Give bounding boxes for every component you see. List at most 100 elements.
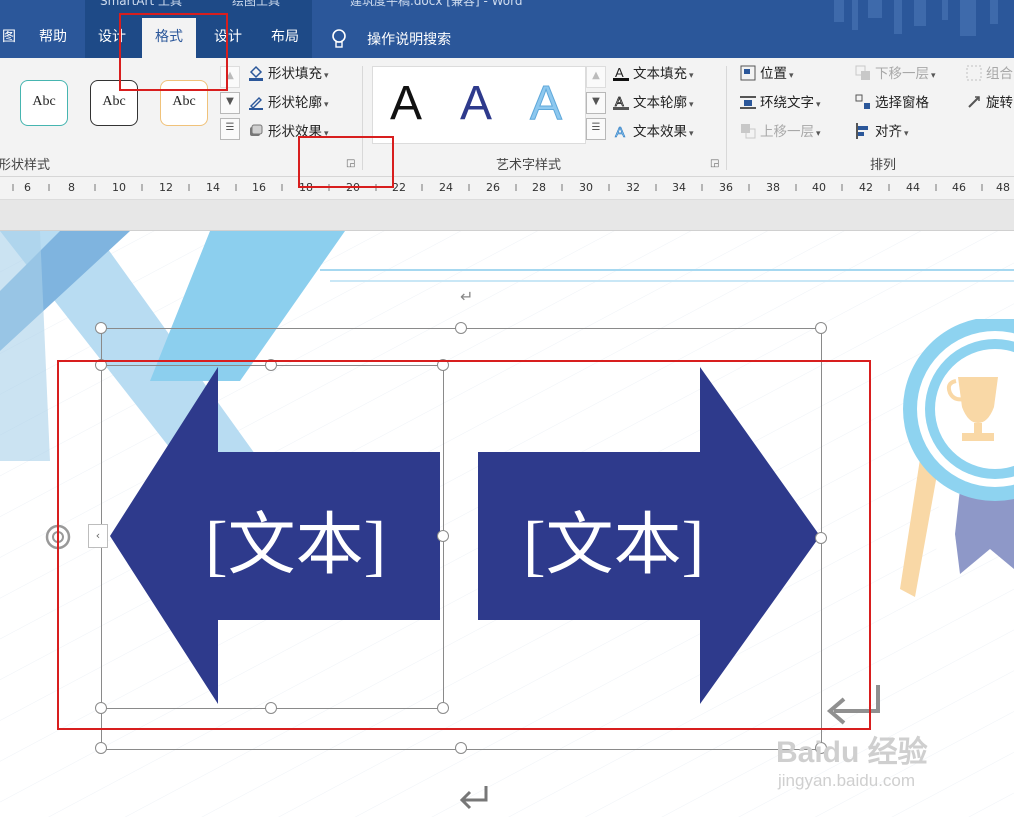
wordart-style-navy[interactable]: A <box>446 76 506 132</box>
position-icon <box>740 65 756 81</box>
ruler-number: 16 <box>252 181 266 194</box>
resize-handle[interactable] <box>455 742 467 754</box>
tell-me-label: 操作说明搜索 <box>367 32 452 48</box>
tab-view[interactable]: 图 <box>0 18 18 58</box>
resize-handle[interactable] <box>815 322 827 334</box>
text-outline-button[interactable]: A 文本轮廓 ▾ <box>613 93 694 113</box>
ruler-number: 10 <box>112 181 126 194</box>
text-effects-label: 文本效果 <box>633 124 687 140</box>
wordart-style-black[interactable]: A <box>376 76 436 132</box>
watermark-brand: Baidu 经验 <box>776 736 928 769</box>
send-backward-button[interactable]: 下移一层 ▾ <box>855 64 936 84</box>
wordart-dialog-launcher-icon[interactable]: ◲ <box>710 158 719 169</box>
wrap-text-label: 环绕文字 <box>760 95 814 111</box>
gallery-scroll-down-button[interactable]: ▼ <box>220 92 240 114</box>
ruler-number: 24 <box>439 181 453 194</box>
shape-fill-label: 形状填充 <box>268 66 322 82</box>
text-fill-button[interactable]: A 文本填充 ▾ <box>613 64 694 84</box>
paragraph-mark-icon <box>459 786 488 810</box>
tell-me-search[interactable]: 操作说明搜索 <box>330 28 451 50</box>
lightbulb-icon <box>332 29 346 48</box>
text-effects-button[interactable]: A 文本效果 ▾ <box>613 122 694 142</box>
group-label: 组合 <box>986 66 1013 82</box>
page-gap <box>0 200 1014 231</box>
group-icon <box>966 65 982 81</box>
gallery-more-button[interactable]: ☰ <box>220 118 240 140</box>
annotation-box-smartart <box>57 360 871 730</box>
window-title: 建筑度平稿.docx [兼容] - Word <box>350 0 523 8</box>
context-label-drawing-tools: 绘图工具 <box>232 0 281 8</box>
svg-text:A: A <box>615 124 625 139</box>
shape-style-teal[interactable]: Abc <box>20 80 68 126</box>
text-outline-label: 文本轮廓 <box>633 95 687 111</box>
horizontal-ruler[interactable]: 6 8 10 12 14 16 18 20 22 24 26 28 30 32 … <box>0 177 1014 200</box>
position-label: 位置 <box>760 66 787 82</box>
align-icon <box>856 123 868 139</box>
annotation-box-format-tab <box>119 13 228 91</box>
wordart-scroll-up-button[interactable]: ▲ <box>586 66 606 88</box>
ruler-number: 32 <box>626 181 640 194</box>
shape-outline-button[interactable]: 形状轮廓 ▾ <box>248 93 329 113</box>
align-label: 对齐 <box>875 124 902 140</box>
context-label-smartart-tools: SmartArt 工具 <box>100 0 182 8</box>
text-fill-icon: A <box>613 65 629 81</box>
ruler-number: 26 <box>486 181 500 194</box>
paragraph-mark: ↵ <box>460 287 474 306</box>
award-medal-icon <box>900 319 1014 597</box>
document-page[interactable]: ↵ [文本] [文本] ‹ Baidu 经验 jingyan.baidu.com <box>0 231 1014 817</box>
resize-handle[interactable] <box>95 742 107 754</box>
wrap-text-button[interactable]: 环绕文字 ▾ <box>740 93 821 113</box>
ruler-number: 12 <box>159 181 173 194</box>
wordart-more-button[interactable]: ☰ <box>586 118 606 140</box>
group-separator <box>726 66 727 170</box>
watermark-url: jingyan.baidu.com <box>778 771 916 790</box>
selection-pane-icon <box>855 94 870 109</box>
selection-pane-label: 选择窗格 <box>875 95 929 111</box>
ruler-number: 34 <box>672 181 686 194</box>
ruler-number: 8 <box>68 181 75 194</box>
paint-bucket-icon <box>249 65 263 81</box>
svg-text:A: A <box>615 65 624 80</box>
ruler-number: 42 <box>859 181 873 194</box>
ruler-number: 30 <box>579 181 593 194</box>
ruler-number: 14 <box>206 181 220 194</box>
resize-handle[interactable] <box>95 322 107 334</box>
ruler-number: 36 <box>719 181 733 194</box>
pen-icon <box>249 97 263 110</box>
annotation-box-dialog-launcher <box>298 136 394 188</box>
bring-forward-button[interactable]: 上移一层 ▾ <box>740 122 821 142</box>
ruler-number: 38 <box>766 181 780 194</box>
align-button[interactable]: 对齐 ▾ <box>855 122 909 142</box>
bring-forward-label: 上移一层 <box>760 124 814 140</box>
ruler-number: 22 <box>392 181 406 194</box>
rotate-button[interactable]: 旋转 <box>966 93 1013 113</box>
text-effects-icon: A <box>615 124 626 139</box>
title-decoration <box>834 0 998 36</box>
shape-fill-button[interactable]: 形状填充 ▾ <box>248 64 329 84</box>
ruler-number: 6 <box>24 181 31 194</box>
send-backward-label: 下移一层 <box>875 66 929 82</box>
tab-layout[interactable]: 布局 <box>262 18 308 58</box>
wordart-style-lightblue[interactable]: A <box>516 76 576 132</box>
ruler-number: 46 <box>952 181 966 194</box>
position-button[interactable]: 位置 ▾ <box>740 64 794 84</box>
arrange-group-label: 排列 <box>870 158 897 173</box>
wrap-text-icon <box>740 96 756 109</box>
rotate-icon <box>968 96 980 108</box>
tab-help[interactable]: 帮助 <box>30 18 76 58</box>
send-backward-icon <box>855 65 870 80</box>
ruler-number: 40 <box>812 181 826 194</box>
resize-handle[interactable] <box>455 322 467 334</box>
ruler-number: 28 <box>532 181 546 194</box>
rotate-label: 旋转 <box>986 95 1013 111</box>
text-fill-label: 文本填充 <box>633 66 687 82</box>
ruler-number: 48 <box>996 181 1010 194</box>
shape-effects-icon <box>250 124 263 136</box>
wordart-styles-group-label: 艺术字样式 <box>496 158 562 173</box>
group-button[interactable]: 组合 <box>966 64 1013 84</box>
svg-text:A: A <box>615 94 624 109</box>
ruler-number: 44 <box>906 181 920 194</box>
wordart-scroll-down-button[interactable]: ▼ <box>586 92 606 114</box>
selection-pane-button[interactable]: 选择窗格 <box>855 93 929 113</box>
shape-styles-group-label: 形状样式 <box>0 158 51 173</box>
